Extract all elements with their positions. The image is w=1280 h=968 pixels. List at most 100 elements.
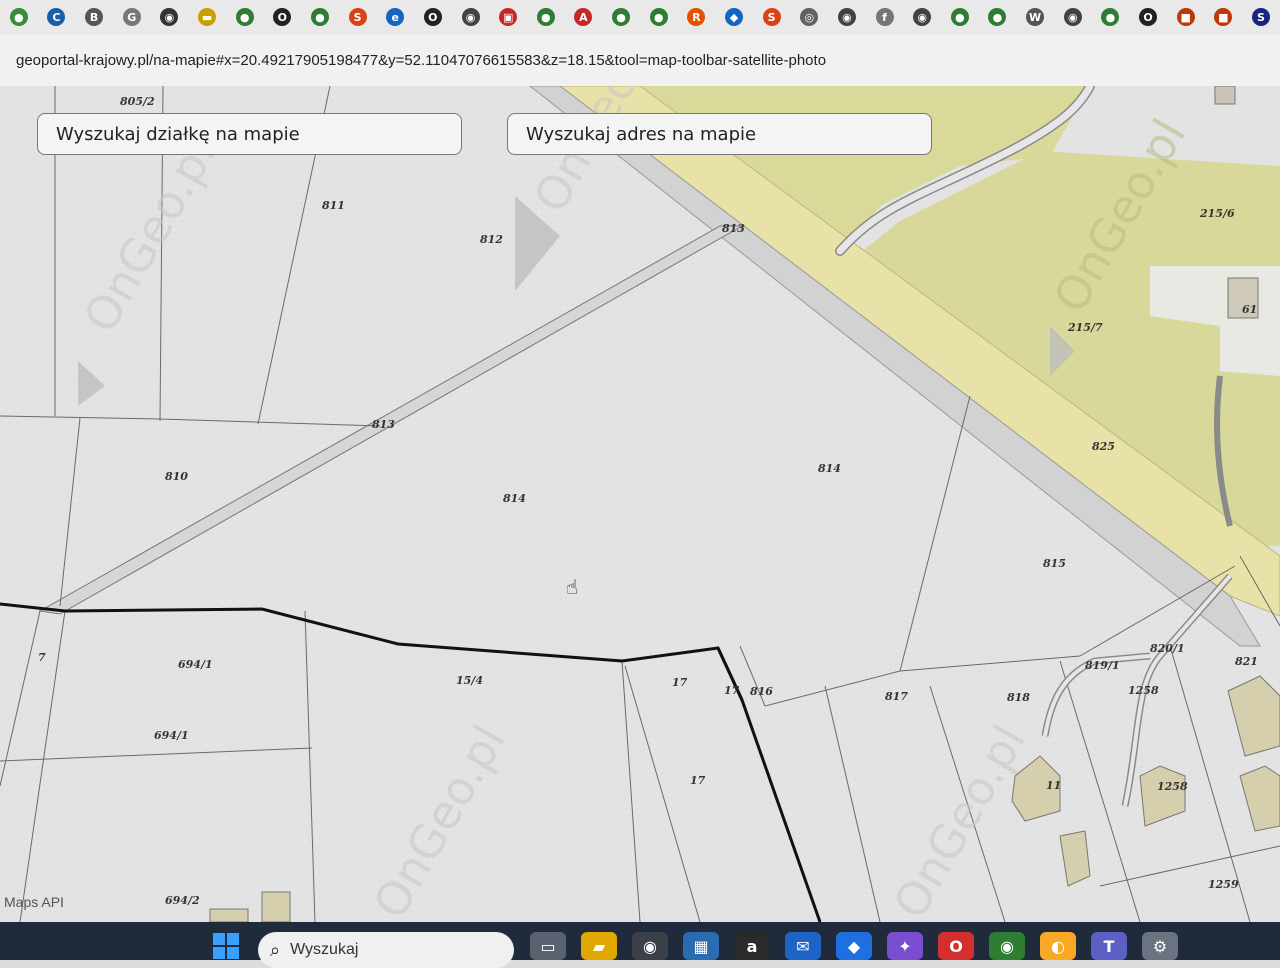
bookmark-13-icon[interactable]: ◉ xyxy=(452,0,490,34)
bookmark-24-icon[interactable]: f xyxy=(866,0,904,34)
bookmark-16-icon[interactable]: A xyxy=(565,0,603,34)
mail-icon[interactable]: ✉ xyxy=(785,932,821,960)
bookmark-21-icon[interactable]: S xyxy=(753,0,791,34)
parcel-label: 811 xyxy=(322,199,345,212)
bookmark-1-icon[interactable]: ● xyxy=(0,0,38,34)
parcel-label: 813 xyxy=(372,418,395,431)
store-icon[interactable]: ▦ xyxy=(683,932,719,960)
favicon-icon: O xyxy=(1139,8,1158,26)
favicon-icon: ◆ xyxy=(724,8,743,26)
bookmark-20-icon[interactable]: ◆ xyxy=(715,0,753,34)
parcel-label: 825 xyxy=(1092,440,1115,453)
bookmark-8-icon[interactable]: O xyxy=(263,0,301,34)
search-parcel-label: Wyszukaj działkę na mapie xyxy=(56,123,300,145)
maps-api-attribution: Maps API xyxy=(4,894,64,910)
parcel-label: 17 xyxy=(690,774,706,787)
search-address-label: Wyszukaj adres na mapie xyxy=(526,123,757,145)
bookmark-34-icon[interactable]: S xyxy=(1242,0,1280,34)
chrome-icon[interactable]: ◉ xyxy=(989,932,1025,960)
hand-cursor-icon: ☝ xyxy=(566,575,579,599)
bookmark-15-icon[interactable]: ● xyxy=(527,0,565,34)
settings-icon[interactable]: ⚙ xyxy=(1142,932,1178,960)
parcel-label: 815 xyxy=(1043,557,1066,570)
bookmark-29-icon[interactable]: ◉ xyxy=(1054,0,1092,34)
bookmark-2-icon[interactable]: C xyxy=(38,0,76,34)
task-view-icon[interactable]: ▭ xyxy=(530,932,566,960)
favicon-icon: e xyxy=(386,8,405,26)
favicon-icon: G xyxy=(122,8,141,26)
bookmark-4-icon[interactable]: G xyxy=(113,0,151,34)
search-parcel-box[interactable]: Wyszukaj działkę na mapie xyxy=(37,113,462,155)
parcel-label: 819/1 xyxy=(1085,659,1120,672)
parcel-label: 1258 xyxy=(1128,684,1159,697)
cadastral-map[interactable]: OnGeo.pl OnGeo.pl OnGeo.pl OnGeo.pl OnGe… xyxy=(0,86,1280,922)
favicon-icon: B xyxy=(85,8,104,26)
teams-icon[interactable]: T xyxy=(1091,932,1127,960)
parcel-label: 805/2 xyxy=(120,95,155,108)
favicon-icon: R xyxy=(687,8,706,26)
favicon-icon: ● xyxy=(950,8,969,26)
favicon-icon: O xyxy=(273,8,292,26)
windows-start-icon[interactable] xyxy=(212,932,240,960)
bookmark-22-icon[interactable]: ◎ xyxy=(790,0,828,34)
dropbox-icon[interactable]: ◆ xyxy=(836,932,872,960)
parcel-label: 821 xyxy=(1235,655,1258,668)
bookmark-17-icon[interactable]: ● xyxy=(602,0,640,34)
bookmark-23-icon[interactable]: ◉ xyxy=(828,0,866,34)
favicon-icon: ● xyxy=(310,8,329,26)
bookmark-33-icon[interactable]: ■ xyxy=(1205,0,1243,34)
bookmark-6-icon[interactable]: ▬ xyxy=(188,0,226,34)
bookmark-3-icon[interactable]: B xyxy=(75,0,113,34)
favicon-icon: ◉ xyxy=(913,8,932,26)
parcel-label: 694/1 xyxy=(178,658,213,671)
camera-icon[interactable]: ◉ xyxy=(632,932,668,960)
bookmark-14-icon[interactable]: ▣ xyxy=(489,0,527,34)
address-bar[interactable]: geoportal-krajowy.pl/na-mapie#x=20.49217… xyxy=(0,34,1280,87)
parcel-label: 215/7 xyxy=(1067,321,1103,334)
bookmark-27-icon[interactable]: ● xyxy=(979,0,1017,34)
search-address-box[interactable]: Wyszukaj adres na mapie xyxy=(507,113,932,155)
bookmark-30-icon[interactable]: ● xyxy=(1092,0,1130,34)
bookmark-25-icon[interactable]: ◉ xyxy=(903,0,941,34)
parcel-label: 17 xyxy=(672,676,688,689)
bookmark-12-icon[interactable]: O xyxy=(414,0,452,34)
parcel-label: 1259 xyxy=(1208,878,1239,891)
bookmark-28-icon[interactable]: W xyxy=(1016,0,1054,34)
copilot-icon[interactable]: ✦ xyxy=(887,932,923,960)
bookmark-31-icon[interactable]: O xyxy=(1129,0,1167,34)
favicon-icon: O xyxy=(423,8,442,26)
taskbar-apps: ▭ ▰ ◉ ▦ a ✉ ◆ ✦ O ◉ ◐ T ⚙ xyxy=(530,932,1178,960)
bookmark-10-icon[interactable]: S xyxy=(339,0,377,34)
favicon-icon: ● xyxy=(612,8,631,26)
bookmark-5-icon[interactable]: ◉ xyxy=(151,0,189,34)
parcel-label: 818 xyxy=(1007,691,1030,704)
favicon-icon: ◉ xyxy=(160,8,179,26)
taskbar-search-input[interactable]: ⌕ Wyszukaj xyxy=(258,932,514,968)
file-explorer-icon[interactable]: ▰ xyxy=(581,932,617,960)
taskbar-search-placeholder: Wyszukaj xyxy=(290,941,359,958)
bookmark-19-icon[interactable]: R xyxy=(678,0,716,34)
parcel-label: 810 xyxy=(165,470,188,483)
parcel-label: 7 xyxy=(38,651,46,664)
bookmark-11-icon[interactable]: e xyxy=(376,0,414,34)
map-view[interactable]: OnGeo.pl OnGeo.pl OnGeo.pl OnGeo.pl OnGe… xyxy=(0,86,1280,922)
url-text[interactable]: geoportal-krajowy.pl/na-mapie#x=20.49217… xyxy=(16,52,826,69)
favicon-icon: ● xyxy=(9,8,28,26)
favicon-icon: ● xyxy=(649,8,668,26)
parcel-label: 215/6 xyxy=(1199,207,1235,220)
amazon-icon[interactable]: a xyxy=(734,932,770,960)
parcel-label: 814 xyxy=(503,492,526,505)
parcel-label: 694/2 xyxy=(165,894,200,907)
bookmark-9-icon[interactable]: ● xyxy=(301,0,339,34)
bookmark-32-icon[interactable]: ■ xyxy=(1167,0,1205,34)
bookmark-18-icon[interactable]: ● xyxy=(640,0,678,34)
vpn-icon[interactable]: ◐ xyxy=(1040,932,1076,960)
favicon-icon: f xyxy=(875,8,894,26)
opera-icon[interactable]: O xyxy=(938,932,974,960)
favicon-icon: W xyxy=(1026,8,1045,26)
taskbar: ⌕ Wyszukaj ▭ ▰ ◉ ▦ a ✉ ◆ ✦ O ◉ ◐ T ⚙ xyxy=(0,922,1280,968)
bookmark-26-icon[interactable]: ● xyxy=(941,0,979,34)
bookmark-7-icon[interactable]: ● xyxy=(226,0,264,34)
search-icon: ⌕ xyxy=(270,939,281,961)
favicon-icon: ◎ xyxy=(800,8,819,26)
